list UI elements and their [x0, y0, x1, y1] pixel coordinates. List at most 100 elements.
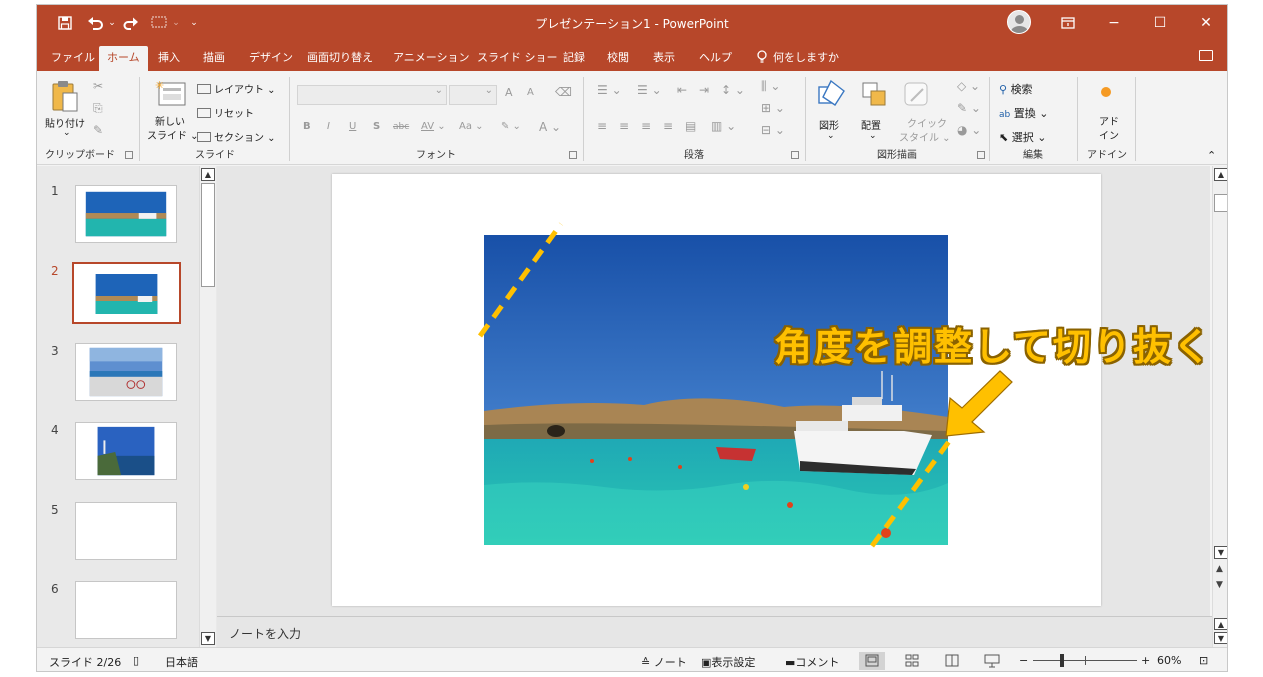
- align-center-icon[interactable]: ≡: [619, 119, 629, 133]
- arrange-dropdown-icon[interactable]: ⌄: [869, 131, 877, 141]
- tab-insert[interactable]: 挿入: [150, 46, 188, 71]
- slide-thumbnail-2[interactable]: [72, 262, 181, 324]
- comments-pane-icon[interactable]: [1199, 50, 1213, 61]
- select-button[interactable]: ⬉ 選択 ⌄: [999, 129, 1046, 145]
- slide-scrollbar[interactable]: ▲ ▼ ▲ ▼: [1212, 166, 1227, 616]
- shrink-font-button[interactable]: A: [527, 87, 534, 98]
- arrange-icon[interactable]: [861, 81, 887, 111]
- shape-effects-icon[interactable]: ◕ ⌄: [957, 123, 981, 137]
- language-indicator[interactable]: 日本語: [165, 654, 198, 670]
- tab-record[interactable]: 記録: [555, 46, 593, 71]
- account-avatar[interactable]: [1007, 10, 1031, 34]
- tab-animations[interactable]: アニメーション: [385, 46, 478, 71]
- new-slide-button[interactable]: スライド ⌄: [147, 127, 199, 142]
- new-slide-label-1[interactable]: 新しい: [155, 113, 185, 128]
- shape-outline-icon[interactable]: ✎ ⌄: [957, 101, 981, 115]
- underline-button[interactable]: U: [349, 121, 356, 132]
- scroll-thumb[interactable]: [201, 183, 215, 287]
- notes-placeholder[interactable]: ノートを入力: [229, 625, 301, 642]
- text-shadow-button[interactable]: S: [373, 121, 380, 132]
- scroll-down-icon[interactable]: ▼: [201, 632, 215, 645]
- paragraph-launcher-icon[interactable]: [791, 151, 799, 159]
- reset-button[interactable]: リセット: [197, 105, 254, 120]
- char-spacing-button[interactable]: AV ⌄: [421, 121, 446, 132]
- slide-sorter-view-button[interactable]: [899, 652, 925, 670]
- decrease-indent-icon[interactable]: ⇤: [677, 83, 687, 97]
- columns-icon[interactable]: ▥ ⌄: [711, 119, 736, 133]
- maximize-button[interactable]: ☐: [1137, 5, 1183, 41]
- slide-thumbnail-5[interactable]: [75, 502, 177, 560]
- zoom-out-button[interactable]: −: [1019, 654, 1028, 667]
- paste-icon[interactable]: [51, 79, 79, 117]
- increase-indent-icon[interactable]: ⇥: [699, 83, 709, 97]
- tab-view[interactable]: 表示: [645, 46, 683, 71]
- shapes-icon[interactable]: [817, 79, 847, 111]
- clipboard-launcher-icon[interactable]: [125, 151, 133, 159]
- slide-thumbnail-3[interactable]: [75, 343, 177, 401]
- clear-format-icon[interactable]: ⌫: [555, 85, 572, 99]
- line-spacing-icon[interactable]: ↕ ⌄: [721, 83, 745, 97]
- ribbon-display-options-icon[interactable]: [1045, 5, 1091, 41]
- comments-button[interactable]: ▬コメント: [785, 654, 839, 670]
- previous-slide-icon[interactable]: ▲: [1216, 564, 1223, 574]
- bold-button[interactable]: B: [303, 121, 311, 132]
- align-right-icon[interactable]: ≡: [641, 119, 651, 133]
- align-left-icon[interactable]: ≡: [597, 119, 607, 133]
- addins-icon[interactable]: [1101, 87, 1111, 97]
- slide-thumbnail-1[interactable]: [75, 185, 177, 243]
- font-color-button[interactable]: A ⌄: [539, 120, 561, 134]
- notes-scrollbar[interactable]: ▲ ▼: [1212, 616, 1227, 647]
- slide-thumbnail-4[interactable]: [75, 422, 177, 480]
- zoom-in-button[interactable]: +: [1141, 654, 1150, 667]
- quick-styles-label-1[interactable]: クイック: [907, 115, 947, 130]
- tab-design[interactable]: デザイン: [241, 46, 301, 71]
- change-case-button[interactable]: Aa ⌄: [459, 121, 484, 132]
- display-settings-button[interactable]: ▣表示設定: [701, 654, 755, 670]
- numbering-icon[interactable]: ☰ ⌄: [637, 83, 662, 97]
- tab-home[interactable]: ホーム: [99, 46, 148, 71]
- scroll-thumb[interactable]: [1214, 194, 1227, 212]
- quick-styles-icon[interactable]: [903, 81, 931, 111]
- distributed-icon[interactable]: ▤: [685, 119, 696, 133]
- section-button[interactable]: セクション ⌄: [197, 129, 276, 144]
- tab-transitions[interactable]: 画面切り替え: [299, 46, 381, 71]
- reading-view-button[interactable]: [939, 652, 965, 670]
- justify-icon[interactable]: ≡: [663, 119, 673, 133]
- shape-fill-icon[interactable]: ◇ ⌄: [957, 79, 980, 93]
- text-direction-icon[interactable]: ⫼ ⌄: [761, 79, 780, 94]
- scroll-down-icon[interactable]: ▼: [1214, 546, 1227, 559]
- scroll-up-icon[interactable]: ▲: [1214, 168, 1227, 181]
- scroll-up-icon[interactable]: ▲: [201, 168, 215, 181]
- notes-pane[interactable]: ノートを入力: [217, 616, 1212, 647]
- tab-review[interactable]: 校閲: [599, 46, 637, 71]
- arrange-button[interactable]: 配置: [861, 117, 881, 132]
- font-launcher-icon[interactable]: [569, 151, 577, 159]
- tab-draw[interactable]: 描画: [195, 46, 233, 71]
- current-slide[interactable]: [332, 174, 1101, 606]
- tab-slideshow[interactable]: スライド ショー: [469, 46, 566, 71]
- shapes-dropdown-icon[interactable]: ⌄: [827, 131, 835, 141]
- zoom-level[interactable]: 60%: [1157, 654, 1181, 667]
- next-slide-icon[interactable]: ▼: [1216, 580, 1223, 590]
- paste-dropdown-icon[interactable]: ⌄: [63, 128, 71, 138]
- close-button[interactable]: ✕: [1183, 5, 1227, 41]
- quick-styles-button[interactable]: スタイル ⌄: [899, 129, 951, 144]
- slide-thumbnail-6[interactable]: [75, 581, 177, 639]
- notes-toggle-button[interactable]: ≙ ノート: [641, 654, 687, 670]
- bullets-icon[interactable]: ☰ ⌄: [597, 83, 622, 97]
- highlight-color-icon[interactable]: ✎ ⌄: [501, 121, 521, 132]
- tell-me-search[interactable]: 何をしますか: [749, 46, 847, 71]
- slideshow-view-button[interactable]: [979, 652, 1005, 670]
- font-size-combo[interactable]: [449, 85, 497, 105]
- strikethrough-button[interactable]: abc: [393, 122, 409, 132]
- replace-button[interactable]: ab 置換 ⌄: [999, 105, 1048, 121]
- copy-icon[interactable]: ⎘: [93, 101, 103, 116]
- cut-icon[interactable]: ✂: [93, 79, 103, 93]
- collapse-ribbon-icon[interactable]: ⌃: [1207, 149, 1216, 162]
- fit-to-window-icon[interactable]: ⊡: [1199, 654, 1208, 667]
- format-painter-icon[interactable]: ✎: [93, 123, 103, 137]
- find-button[interactable]: ⚲ 検索: [999, 81, 1033, 97]
- scroll-down-icon[interactable]: ▼: [1214, 632, 1227, 644]
- smartart-icon[interactable]: ⊟ ⌄: [761, 123, 785, 137]
- italic-button[interactable]: I: [327, 121, 330, 132]
